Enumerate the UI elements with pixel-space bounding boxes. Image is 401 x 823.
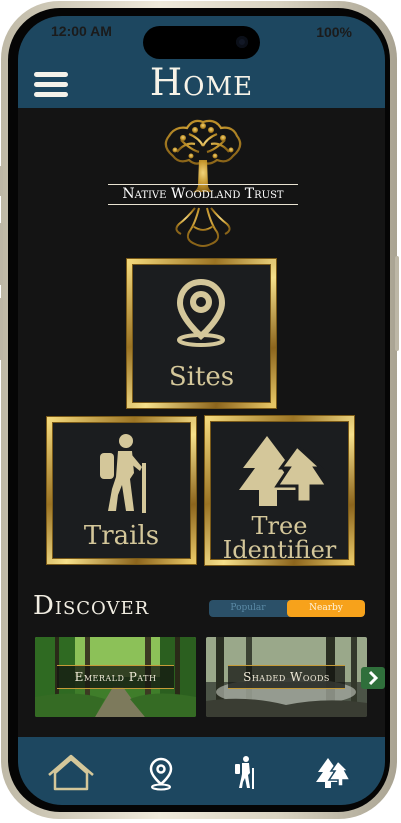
discover-card-emerald-path[interactable]: Emerald Path — [35, 637, 196, 717]
pine-trees-icon — [239, 436, 329, 506]
side-button — [0, 166, 3, 196]
sites-tile[interactable]: Sites — [127, 259, 276, 408]
map-pin-icon — [149, 757, 173, 791]
trails-label: Trails — [83, 521, 160, 551]
dynamic-island — [143, 26, 260, 59]
nav-sites[interactable] — [131, 737, 191, 805]
volume-down-button — [0, 298, 3, 360]
map-pin-icon — [176, 278, 226, 347]
header-bar: 12:00 AM 100% Home — [18, 16, 385, 108]
sites-label: Sites — [168, 362, 235, 392]
nav-home[interactable] — [41, 737, 101, 805]
trails-tile[interactable]: Trails — [47, 417, 196, 564]
toggle-popular[interactable]: Popular — [209, 600, 287, 617]
tree-identifier-tile[interactable]: Tree Identifier — [205, 416, 354, 565]
home-icon — [48, 754, 94, 791]
chevron-right-glyph — [368, 670, 379, 686]
tree-identifier-label-line2: Identifier — [222, 536, 337, 564]
discover-heading: Discover — [33, 591, 150, 621]
power-button — [395, 256, 399, 351]
toggle-nearby[interactable]: Nearby — [287, 600, 365, 617]
hiker-icon — [235, 756, 254, 789]
status-time: 12:00 AM — [51, 23, 112, 39]
hiker-icon — [100, 434, 146, 513]
app-screen: 12:00 AM 100% Home Native Woodland Trust… — [18, 16, 385, 805]
logo-rule-bottom — [108, 204, 298, 205]
nav-trails[interactable] — [214, 737, 274, 805]
discover-toggle[interactable]: Popular Nearby — [209, 600, 365, 617]
volume-up-button — [0, 223, 3, 285]
chevron-right-icon[interactable] — [361, 667, 385, 689]
page-title: Home — [149, 61, 254, 104]
bottom-nav — [18, 737, 385, 805]
status-battery: 100% — [316, 24, 352, 40]
card-label: Emerald Path — [57, 665, 174, 689]
nav-trees[interactable] — [302, 737, 362, 805]
logo-text: Native Woodland Trust — [122, 186, 284, 202]
logo-rule-top — [108, 184, 298, 185]
card-label: Shaded Woods — [228, 665, 345, 689]
oak-tree-logo: Native Woodland Trust — [103, 116, 303, 251]
camera-icon — [236, 36, 248, 48]
phone-frame: 12:00 AM 100% Home Native Woodland Trust… — [0, 1, 399, 819]
pine-trees-icon — [316, 758, 352, 788]
discover-card-shaded-woods[interactable]: Shaded Woods — [206, 637, 367, 717]
